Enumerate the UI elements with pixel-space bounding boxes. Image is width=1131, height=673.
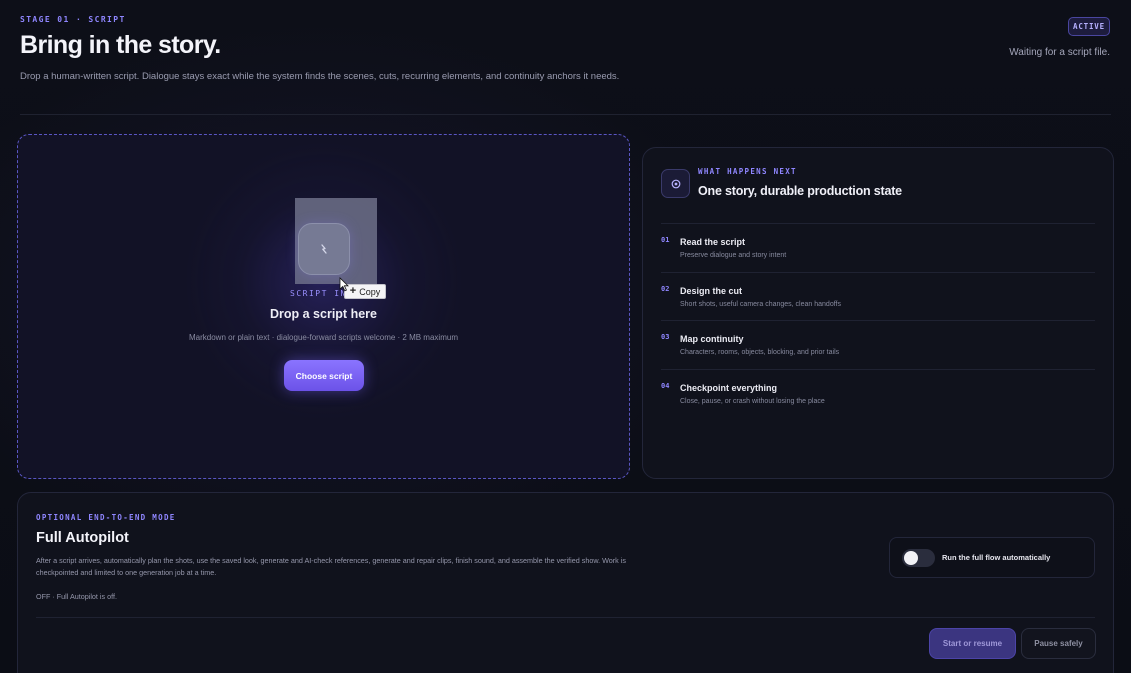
step-description: Close, pause, or crash without losing th…	[680, 398, 825, 405]
step-title: Map continuity	[680, 334, 744, 344]
step-number: 03	[661, 333, 670, 341]
autopilot-eyebrow: OPTIONAL END-TO-END MODE	[36, 513, 176, 522]
info-title: One story, durable production state	[698, 184, 902, 198]
autopilot-toggle-label: Run the full flow automatically	[942, 553, 1051, 562]
status-badge: ACTIVE	[1068, 17, 1110, 36]
target-icon	[671, 179, 680, 188]
page-subtitle: Drop a human-written script. Dialogue st…	[20, 71, 620, 82]
start-or-resume-button[interactable]: Start or resume	[929, 628, 1016, 659]
status-text: Waiting for a script file.	[1009, 47, 1110, 58]
step-title: Checkpoint everything	[680, 383, 778, 393]
step-item: 02 Design the cut Short shots, useful ca…	[661, 272, 1095, 321]
step-item: 04 Checkpoint everything Close, pause, o…	[661, 369, 1095, 418]
info-eyebrow: WHAT HAPPENS NEXT	[698, 167, 797, 176]
step-title: Read the script	[680, 237, 746, 247]
copy-drag-tooltip: + Copy	[344, 284, 386, 299]
lightning-icon	[321, 244, 327, 254]
upload-tile	[298, 223, 350, 275]
choose-script-button[interactable]: Choose script	[284, 360, 364, 391]
autopilot-divider	[36, 617, 1095, 618]
toggle-knob	[904, 551, 918, 565]
autopilot-toggle[interactable]	[902, 549, 935, 567]
dropzone-hint: Markdown or plain text · dialogue-forwar…	[189, 333, 458, 342]
header-divider	[20, 114, 1111, 115]
pause-safely-button[interactable]: Pause safely	[1021, 628, 1096, 659]
autopilot-card: OPTIONAL END-TO-END MODE Full Autopilot …	[17, 492, 1114, 673]
script-dropzone[interactable]: SCRIPT INT + Copy Drop a script here Mar…	[17, 134, 630, 479]
stage-eyebrow: STAGE 01 · SCRIPT	[20, 15, 126, 24]
step-title: Design the cut	[680, 286, 743, 296]
autopilot-title: Full Autopilot	[36, 530, 129, 546]
step-number: 01	[661, 236, 670, 244]
dropzone-title: Drop a script here	[270, 307, 377, 321]
step-item: 01 Read the script Preserve dialogue and…	[661, 223, 1095, 272]
page-title: Bring in the story.	[20, 31, 221, 59]
plus-icon: +	[349, 285, 357, 297]
autopilot-description: After a script arrives, automatically pl…	[36, 556, 626, 577]
copy-label: Copy	[359, 286, 381, 297]
what-happens-next-card: WHAT HAPPENS NEXT One story, durable pro…	[642, 147, 1114, 479]
autopilot-toggle-panel[interactable]: Run the full flow automatically	[889, 537, 1095, 578]
step-number: 04	[661, 382, 670, 390]
step-description: Short shots, useful camera changes, clea…	[680, 301, 841, 308]
step-description: Preserve dialogue and story intent	[680, 252, 787, 259]
step-description: Characters, rooms, objects, blocking, an…	[680, 349, 840, 356]
info-icon	[661, 169, 690, 198]
cursor-arrow-icon	[339, 277, 349, 292]
step-item: 03 Map continuity Characters, rooms, obj…	[661, 320, 1095, 369]
step-number: 02	[661, 285, 670, 293]
autopilot-status: OFF · Full Autopilot is off.	[36, 592, 117, 601]
